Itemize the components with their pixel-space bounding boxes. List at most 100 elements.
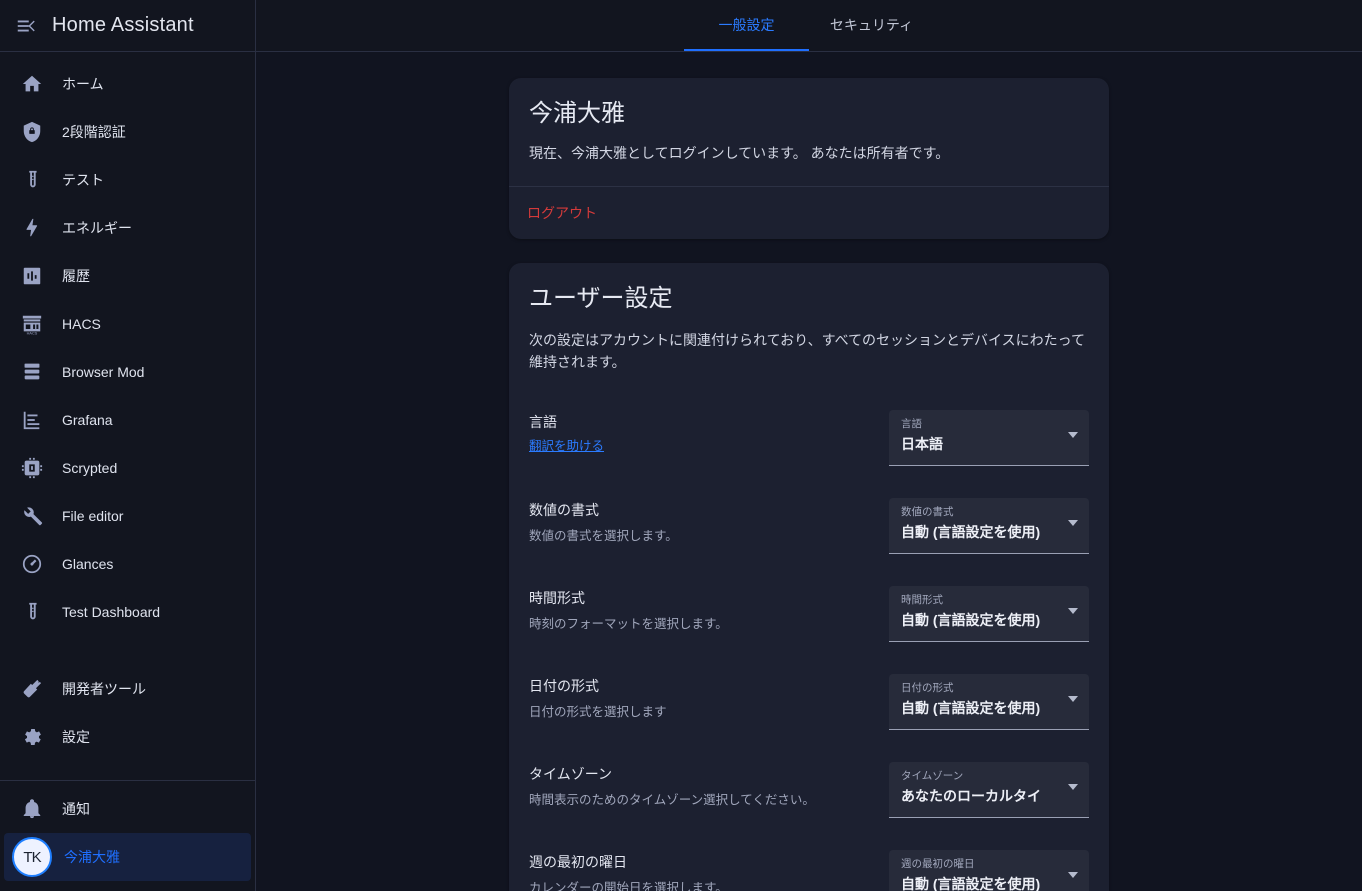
sidebar-item-label: HACS [62,316,101,332]
sidebar-item-developer-tools[interactable]: 開発者ツール [4,665,251,713]
sidebar-item-history[interactable]: 履歴 [4,252,251,300]
profile-card: 今浦大雅 現在、今浦大雅としてログインしています。 あなたは所有者です。 ログア… [509,78,1109,240]
shield-lock-icon [18,118,46,146]
settings-rows: 言語 翻訳を助ける 言語 日本語 数値の書式 数値の書式を選択します。 数値の書… [509,394,1109,891]
sidebar-item-label: ホーム [62,76,104,92]
sidebar-nav: ホーム 2段階認証 テスト エネルギー 履歴 HACS HACS Browser… [0,52,255,772]
svg-text:HACS: HACS [27,331,38,335]
select-label: タイムゾーン [901,769,964,782]
chevron-down-icon [1068,871,1078,878]
help-translate-link[interactable]: 翻訳を助ける [529,435,604,454]
hammer-icon [18,675,46,703]
server-icon [18,358,46,386]
setting-label: 週の最初の曜日 [529,853,627,870]
sidebar-footer: 通知 TK 今浦大雅 [0,772,255,891]
sidebar-item-label: Grafana [62,412,113,428]
hacs-storefront-icon: HACS [18,310,46,338]
sidebar-item-test[interactable]: テスト [4,156,251,204]
select-value: 自動 (言語設定を使用) [901,612,1041,629]
language-select[interactable]: 言語 日本語 [889,409,1089,466]
select-label: 時間形式 [901,593,943,606]
gauge-icon [18,550,46,578]
sidebar-item-label: テスト [62,172,104,188]
profile-description: 現在、今浦大雅としてログインしています。 あなたは所有者です。 [529,144,950,161]
select-value: 自動 (言語設定を使用) [901,876,1041,891]
chevron-down-icon [1068,695,1078,702]
cog-icon [18,723,46,751]
sidebar-divider [0,780,255,781]
chart-bar-stacked-icon [18,406,46,434]
setting-row-text: 時間形式 時刻のフォーマットを選択します。 [529,586,728,634]
chevron-down-icon [1068,431,1078,438]
menu-open-icon[interactable] [0,0,52,52]
number-format-select[interactable]: 数値の書式 自動 (言語設定を使用) [889,497,1089,554]
sidebar-item-settings[interactable]: 設定 [4,713,251,761]
sidebar-item-test-dashboard[interactable]: Test Dashboard [4,588,251,636]
setting-label: 時間形式 [529,589,585,606]
app-title: Home Assistant [52,14,194,36]
sidebar-item-label: Scrypted [62,460,118,476]
sidebar-item-label: 2段階認証 [62,124,126,140]
setting-description: 日付の形式を選択します [529,704,667,719]
test-tube-icon [18,166,46,194]
home-icon [18,70,46,98]
setting-description: カレンダーの開始日を選択します。 [529,880,728,891]
setting-label: 言語 [529,413,557,430]
sidebar-item-label: File editor [62,508,124,524]
avatar: TK [12,837,52,877]
select-value: 日本語 [901,436,943,453]
setting-row-time-format: 時間形式 時刻のフォーマットを選択します。 時間形式 自動 (言語設定を使用) [529,570,1089,658]
user-settings-title: ユーザー設定 [529,285,673,313]
select-label: 日付の形式 [901,681,954,694]
setting-row-text: 日付の形式 日付の形式を選択します [529,674,667,722]
timezone-select[interactable]: タイムゾーン あなたのローカルタイ [889,761,1089,818]
select-label: 数値の書式 [901,505,954,518]
setting-row-timezone: タイムゾーン 時間表示のためのタイムゾーン選択してください。 タイムゾーン あな… [529,746,1089,834]
sidebar-item-label: 開発者ツール [62,681,146,697]
user-settings-card: ユーザー設定 次の設定はアカウントに関連付けられており、すべてのセッションとデバ… [509,263,1109,891]
sidebar-item-glances[interactable]: Glances [4,540,251,588]
sidebar-item-notifications[interactable]: 通知 [4,785,251,833]
date-format-select[interactable]: 日付の形式 自動 (言語設定を使用) [889,673,1089,730]
tab-general[interactable]: 一般設定 [684,0,809,51]
setting-row-date-format: 日付の形式 日付の形式を選択します 日付の形式 自動 (言語設定を使用) [529,658,1089,746]
first-weekday-select[interactable]: 週の最初の曜日 自動 (言語設定を使用) [889,849,1089,891]
time-format-select[interactable]: 時間形式 自動 (言語設定を使用) [889,585,1089,642]
setting-row-first-weekday: 週の最初の曜日 カレンダーの開始日を選択します。 週の最初の曜日 自動 (言語設… [529,834,1089,891]
setting-row-text: 数値の書式 数値の書式を選択します。 [529,498,678,546]
chevron-down-icon [1068,519,1078,526]
chevron-down-icon [1068,607,1078,614]
settings-content: 今浦大雅 現在、今浦大雅としてログインしています。 あなたは所有者です。 ログア… [256,52,1362,891]
sidebar-item-browser-mod[interactable]: Browser Mod [4,348,251,396]
sidebar-item-label: 今浦大雅 [64,849,120,865]
sidebar-item-grafana[interactable]: Grafana [4,396,251,444]
select-value: あなたのローカルタイ [901,788,1041,805]
sidebar-item-scrypted[interactable]: Scrypted [4,444,251,492]
bell-icon [18,795,46,823]
setting-description: 時間表示のためのタイムゾーン選択してください。 [529,792,815,807]
setting-description: 時刻のフォーマットを選択します。 [529,616,728,631]
select-value: 自動 (言語設定を使用) [901,700,1041,717]
sidebar: Home Assistant ホーム 2段階認証 テスト エネルギー 履歴 HA… [0,0,256,891]
setting-label: タイムゾーン [529,765,613,782]
setting-row-number-format: 数値の書式 数値の書式を選択します。 数値の書式 自動 (言語設定を使用) [529,482,1089,570]
sidebar-item-user-profile[interactable]: TK 今浦大雅 [4,833,251,881]
setting-label: 日付の形式 [529,677,599,694]
sidebar-item-energy[interactable]: エネルギー [4,204,251,252]
top-bar: 一般設定 セキュリティ [256,0,1362,52]
sidebar-item-file-editor[interactable]: File editor [4,492,251,540]
sidebar-header: Home Assistant [0,0,255,52]
sidebar-item-two-factor[interactable]: 2段階認証 [4,108,251,156]
select-label: 週の最初の曜日 [901,857,975,870]
setting-row-text: 言語 翻訳を助ける [529,410,604,455]
setting-label: 数値の書式 [529,501,599,518]
tab-security[interactable]: セキュリティ [809,0,934,51]
test-tube-icon [18,598,46,626]
setting-row-language: 言語 翻訳を助ける 言語 日本語 [529,394,1089,482]
chip-icon [18,454,46,482]
sidebar-item-hacs[interactable]: HACS HACS [4,300,251,348]
sidebar-item-home[interactable]: ホーム [4,60,251,108]
app-root: Home Assistant ホーム 2段階認証 テスト エネルギー 履歴 HA… [0,0,1362,891]
sidebar-item-label: 履歴 [62,268,90,284]
logout-button[interactable]: ログアウト [517,195,607,231]
